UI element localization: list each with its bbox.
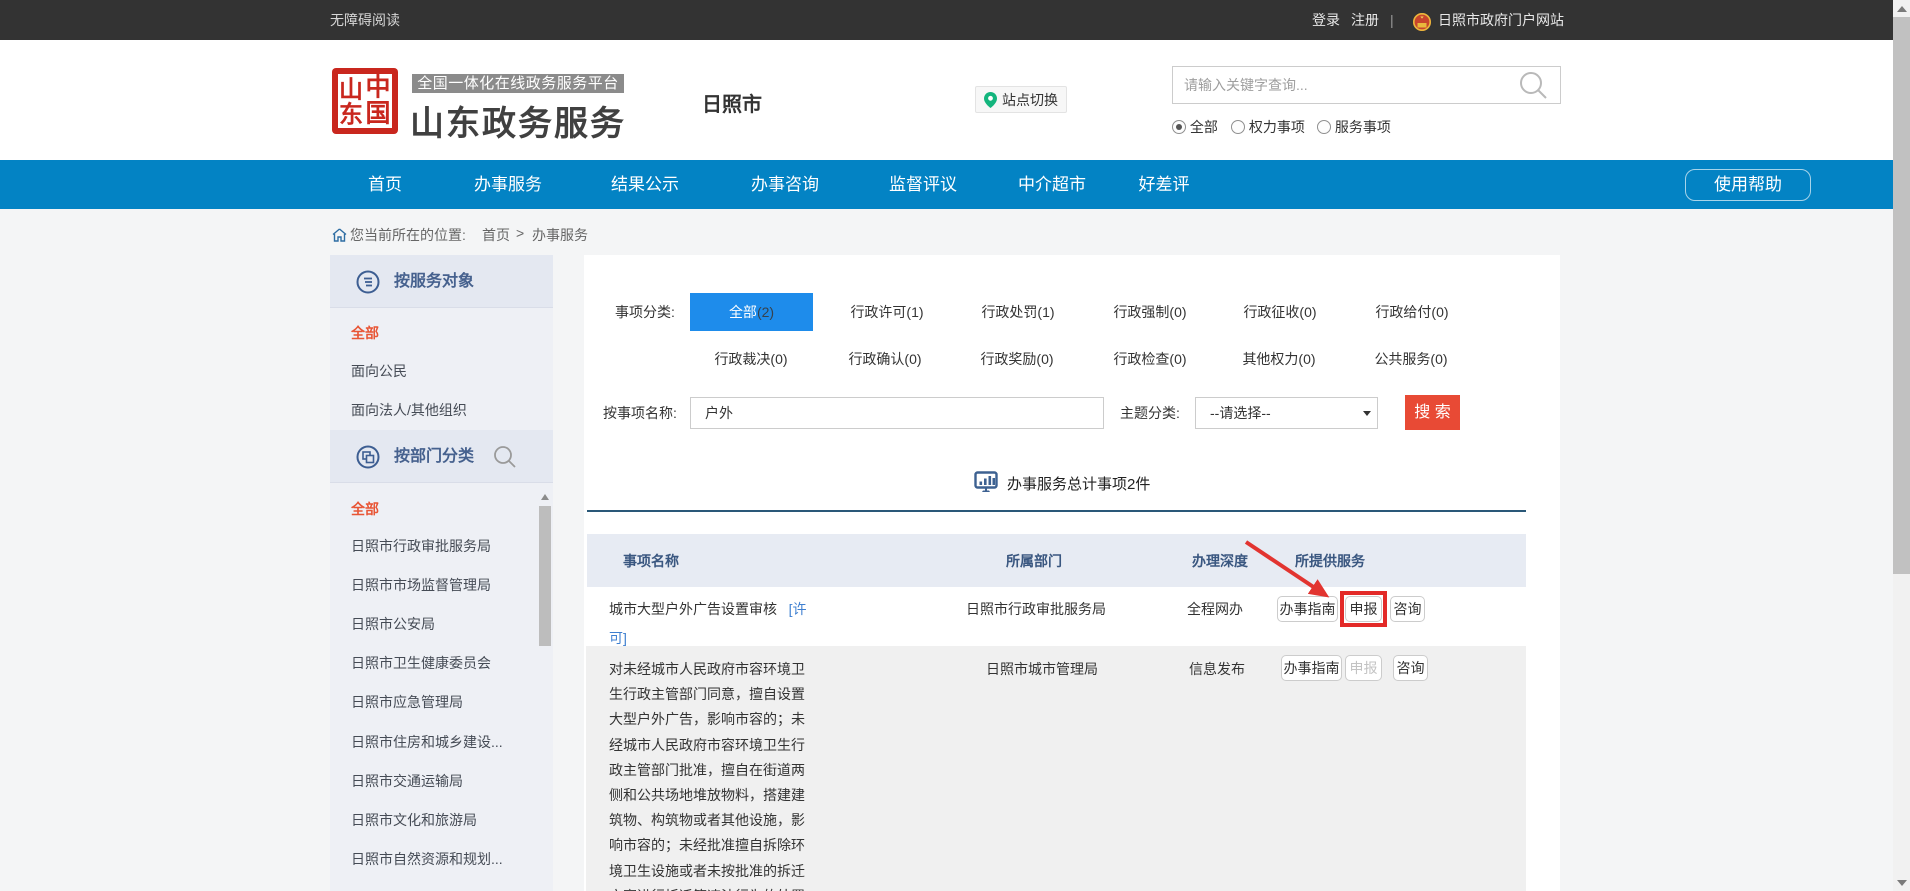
svg-text:中: 中 (365, 74, 390, 102)
svg-text:东: 东 (339, 100, 363, 128)
svg-text:山: 山 (339, 76, 363, 103)
svg-text:国: 国 (365, 100, 390, 128)
